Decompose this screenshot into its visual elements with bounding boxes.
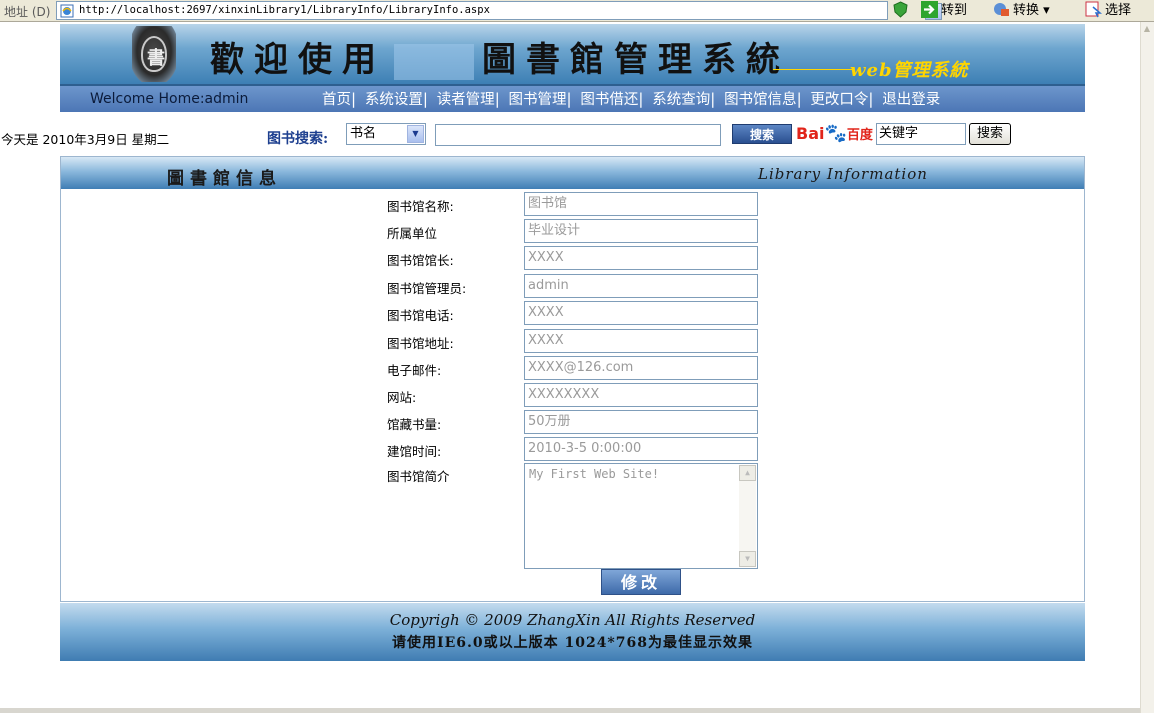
intro-label: 图书馆简介 <box>387 469 450 484</box>
organization-field[interactable]: 毕业设计 <box>524 219 758 243</box>
book-seal-logo: 書 <box>132 26 176 82</box>
field-label: 图书馆名称: <box>387 199 454 214</box>
form-row: 馆藏书量: 50万册 <box>61 409 1084 435</box>
nav-item-library-info[interactable]: 图书馆信息 <box>724 92 797 108</box>
nav-item-change-password[interactable]: 更改口令 <box>810 92 868 108</box>
form-row: 所属单位 毕业设计 <box>61 218 1084 244</box>
field-label: 所属单位 <box>387 226 438 241</box>
book-search-label: 图书搜索: <box>267 131 329 147</box>
banner-subtitle: web管理系統 <box>850 60 969 81</box>
baidu-search-button[interactable]: 搜索 <box>969 123 1011 145</box>
address-field[interactable]: http://localhost:2697/xinxinLibrary1/Lib… <box>56 1 942 20</box>
book-search-input[interactable] <box>435 124 721 146</box>
form-row: 网站: XXXXXXXX <box>61 382 1084 408</box>
nav-bar: Welcome Home:admin 首页| 系统设置| 读者管理| 图书管理|… <box>60 86 1085 112</box>
panel-header: 圖書館信息 Library Information <box>61 157 1084 189</box>
phone-field[interactable]: XXXX <box>524 301 758 325</box>
chevron-down-icon[interactable]: ▼ <box>407 125 424 143</box>
library-name-field[interactable]: 图书馆 <box>524 192 758 216</box>
convert-icon <box>994 3 1009 16</box>
form-row: 建馆时间: 2010-3-5 0:00:00 <box>61 436 1084 462</box>
browser-address-bar: 地址 (D) http://localhost:2697/xinxinLibra… <box>0 0 1154 22</box>
form-row: 图书馆管理员: admin <box>61 273 1084 299</box>
field-label: 图书馆馆长: <box>387 253 454 268</box>
baidu-logo: Bai🐾百度 <box>796 123 873 144</box>
search-field-selected: 书名 <box>350 126 377 141</box>
ie-page-icon <box>60 4 74 18</box>
copyright-text: Copyrigh © 2009 ZhangXin All Rights Rese… <box>389 611 756 629</box>
browser-hint-text: 请使用IE6.0或以上版本 1024*768为最佳显示效果 <box>392 635 753 651</box>
field-label: 图书馆电话: <box>387 308 454 323</box>
shield-icon <box>893 1 908 18</box>
field-label: 网站: <box>387 390 417 405</box>
select-button[interactable]: 选择 <box>1085 1 1131 21</box>
go-label: 转到 <box>941 3 968 18</box>
nav-item-logout[interactable]: 退出登录 <box>882 92 940 108</box>
welcome-text: Welcome Home:admin <box>90 91 249 107</box>
website-field[interactable]: XXXXXXXX <box>524 383 758 407</box>
form-row: 图书馆馆长: XXXX <box>61 245 1084 271</box>
form-row: 图书馆电话: XXXX <box>61 300 1084 326</box>
nav-item-book-lending[interactable]: 图书借还 <box>580 92 638 108</box>
current-date: 今天是 2010年3月9日 星期二 <box>1 132 170 147</box>
email-field[interactable]: XXXX@126.com <box>524 356 758 380</box>
search-row: 今天是 2010年3月9日 星期二 图书搜索: 书名 ▼ 搜索 Bai🐾百度 关… <box>0 120 1085 152</box>
site-header: 書 歡迎使用 圖書館管理系統 web管理系統 Welcome Home:admin… <box>60 24 1085 112</box>
nav-item-home[interactable]: 首页 <box>322 92 351 108</box>
banner: 書 歡迎使用 圖書館管理系統 web管理系統 <box>60 24 1085 86</box>
address-label: 地址 (D) <box>4 5 51 19</box>
select-label: 选择 <box>1105 3 1132 18</box>
nav-menu: 首页| 系统设置| 读者管理| 图书管理| 图书借还| 系统查询| 图书馆信息|… <box>322 90 941 108</box>
go-button[interactable]: 转到 <box>921 1 967 21</box>
page-scrollbar[interactable]: ▲ <box>1140 22 1154 713</box>
nav-item-system-settings[interactable]: 系统设置 <box>365 92 423 108</box>
address-field[interactable]: XXXX <box>524 329 758 353</box>
form-row: 电子邮件: XXXX@126.com <box>61 355 1084 381</box>
banner-divider <box>773 69 853 70</box>
banner-title: 歡迎使用 圖書館管理系統 <box>210 32 790 81</box>
library-info-panel: 圖書館信息 Library Information 图书馆名称: 图书馆 所属单… <box>60 156 1085 602</box>
baidu-paw-icon: 🐾 <box>824 123 847 144</box>
convert-label: 转换 <box>1013 3 1040 18</box>
select-icon <box>1085 1 1102 18</box>
textarea-scrollbar[interactable]: ▲ ▼ <box>739 465 756 567</box>
status-bar <box>0 708 1140 713</box>
form-row: 图书馆名称: 图书馆 <box>61 191 1084 217</box>
administrator-field[interactable]: admin <box>524 274 758 298</box>
field-label: 图书馆地址: <box>387 336 454 351</box>
redacted-block <box>394 44 474 80</box>
footer: Copyrigh © 2009 ZhangXin All Rights Rese… <box>60 603 1085 661</box>
curator-field[interactable]: XXXX <box>524 246 758 270</box>
collection-size-field[interactable]: 50万册 <box>524 410 758 434</box>
founding-date-field[interactable]: 2010-3-5 0:00:00 <box>524 437 758 461</box>
field-label: 馆藏书量: <box>387 417 442 432</box>
book-search-button[interactable]: 搜索 <box>732 124 792 144</box>
nav-item-reader-management[interactable]: 读者管理 <box>437 92 495 108</box>
scroll-up-icon[interactable]: ▲ <box>739 465 756 481</box>
banner-title-left: 歡迎使用 <box>210 40 386 80</box>
scroll-down-icon[interactable]: ▼ <box>739 551 756 567</box>
address-url[interactable]: http://localhost:2697/xinxinLibrary1/Lib… <box>79 4 490 16</box>
nav-item-book-management[interactable]: 图书管理 <box>509 92 567 108</box>
modify-button[interactable]: 修改 <box>601 569 681 595</box>
form-row: 图书馆地址: XXXX <box>61 328 1084 354</box>
panel-title-en: Library Information <box>758 165 928 183</box>
intro-text: My First Web Site! <box>529 467 660 481</box>
baidu-keyword-input[interactable]: 关键字 <box>876 123 966 145</box>
security-shield-icon[interactable] <box>892 1 912 21</box>
field-label: 建馆时间: <box>387 444 442 459</box>
search-field-select[interactable]: 书名 ▼ <box>346 123 426 145</box>
convert-button[interactable]: 转换 ▾ <box>993 1 1050 21</box>
nav-item-system-query[interactable]: 系统查询 <box>652 92 710 108</box>
panel-title: 圖書館信息 <box>167 169 282 189</box>
field-label: 电子邮件: <box>387 363 442 378</box>
banner-title-right: 圖書館管理系統 <box>482 40 790 80</box>
intro-textarea[interactable]: My First Web Site! ▲ ▼ <box>524 463 758 569</box>
scroll-up-icon[interactable]: ▲ <box>1141 24 1153 38</box>
go-arrow-icon <box>921 1 938 18</box>
field-label: 图书馆管理员: <box>387 281 467 296</box>
seal-char: 書 <box>147 48 165 69</box>
